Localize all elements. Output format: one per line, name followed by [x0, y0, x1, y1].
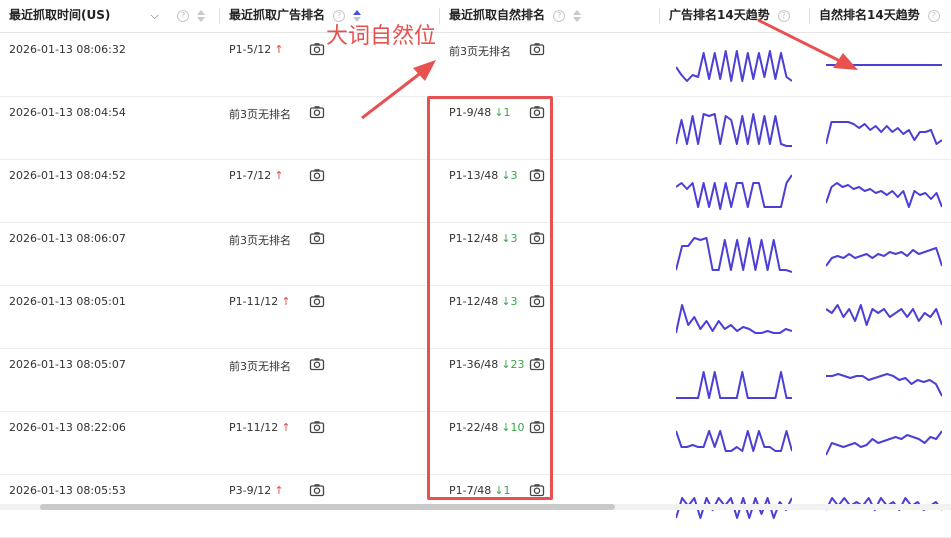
arrow-left-line [361, 70, 423, 120]
arrow-right-line [757, 18, 843, 64]
horizontal-scrollbar[interactable] [0, 504, 951, 510]
arrow-right-head [833, 53, 858, 70]
annotation-arrows [361, 18, 858, 120]
scrollbar-thumb[interactable] [40, 504, 615, 510]
